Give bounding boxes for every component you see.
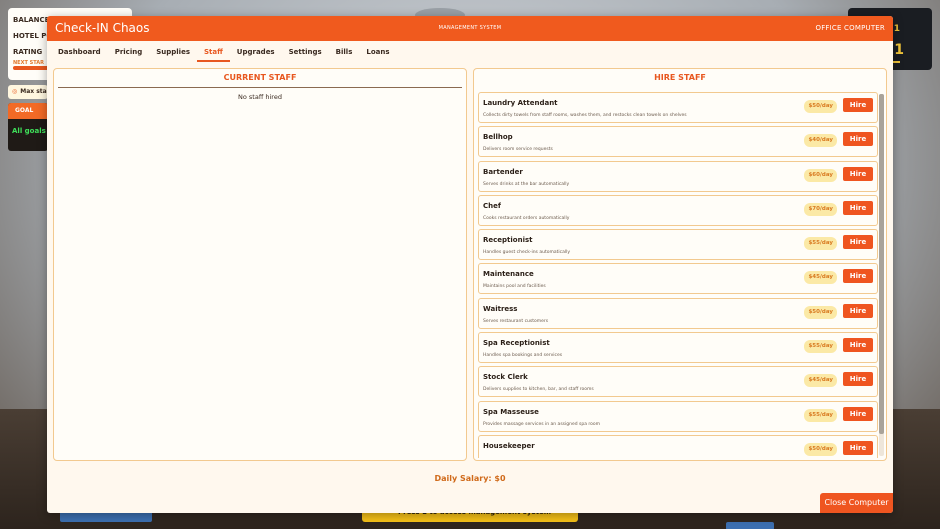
hire-staff-title: HIRE STAFF (654, 73, 706, 82)
staff-name: Waitress (483, 304, 518, 313)
day-number: 1 (893, 24, 900, 34)
staff-price: $40/day (804, 134, 837, 148)
staff-description: Serves drinks at the bar automatically (483, 181, 570, 187)
max-star-badge: ◎ Max sta (8, 85, 48, 99)
tab-upgrades[interactable]: Upgrades (230, 41, 282, 62)
divider (58, 87, 462, 88)
staff-card: Spa Masseuse Provides massage services in… (478, 400, 878, 432)
staff-price: $60/day (804, 168, 837, 182)
current-staff-panel: CURRENT STAFF No staff hired (53, 68, 467, 461)
staff-card: Bartender Serves drinks at the bar automa… (478, 160, 878, 192)
hire-button[interactable]: Hire (843, 98, 873, 112)
scrollbar[interactable] (879, 94, 884, 456)
staff-price: $45/day (804, 271, 837, 285)
hire-button[interactable]: Hire (843, 440, 873, 455)
staff-price: $45/day (804, 374, 837, 388)
scrollbar-thumb[interactable] (879, 94, 884, 434)
tab-loans[interactable]: Loans (359, 41, 396, 62)
staff-name: Maintenance (483, 270, 534, 279)
hire-button[interactable]: Hire (843, 235, 873, 250)
staff-price: $50/day (804, 100, 837, 113)
current-staff-title: CURRENT STAFF (223, 73, 297, 82)
staff-card: Housekeeper $50/day Hire (478, 434, 878, 458)
staff-description: Collects dirty towels from staff rooms, … (483, 113, 687, 118)
staff-card: Chef Cooks restaurant orders automaticall… (478, 194, 878, 226)
staff-description: Maintains pool and facilities (483, 284, 546, 290)
max-star-label: Max sta (20, 88, 47, 95)
staff-name: Stock Clerk (483, 373, 528, 382)
staff-card: Laundry Attendant Collects dirty towels f… (478, 92, 878, 123)
hire-button[interactable]: Hire (843, 132, 873, 147)
staff-card: Receptionist Handles guest check-ins auto… (478, 229, 878, 261)
hire-button[interactable]: Hire (843, 406, 873, 421)
staff-description: Handles spa bookings and services (483, 353, 563, 359)
hire-button[interactable]: Hire (843, 200, 873, 215)
staff-card: Stock Clerk Delivers supplies to kitchen,… (478, 366, 878, 398)
hire-button[interactable]: Hire (843, 269, 873, 284)
staff-name: Housekeeper (483, 441, 535, 450)
goal-header: GOAL (8, 103, 48, 119)
staff-price: $70/day (804, 202, 837, 216)
tab-bar: Dashboard Pricing Supplies Staff Upgrade… (47, 41, 893, 65)
staff-description: Provides massage services in an assigned… (483, 421, 601, 427)
staff-name: Spa Receptionist (483, 339, 550, 348)
hire-button[interactable]: Hire (843, 166, 873, 181)
computer-label: OFFICE COMPUTER (815, 24, 885, 32)
tab-pricing[interactable]: Pricing (108, 41, 150, 62)
staff-description: Cooks restaurant orders automatically (483, 215, 570, 221)
daily-salary: Daily Salary: $0 (434, 474, 506, 483)
tab-settings[interactable]: Settings (282, 41, 329, 62)
staff-price: $50/day (804, 305, 837, 319)
candidate-list[interactable]: Laundry Attendant Collects dirty towels f… (478, 92, 878, 458)
hud-bar-right (726, 522, 774, 529)
staff-description: Delivers supplies to kitchen, bar, and s… (483, 387, 594, 393)
staff-description: Serves restaurant customers (483, 318, 549, 324)
staff-description: Handles guest check-ins automatically (483, 250, 571, 256)
tab-supplies[interactable]: Supplies (149, 41, 197, 62)
staff-price: $55/day (804, 237, 837, 251)
hire-button[interactable]: Hire (843, 338, 873, 353)
title-bar: Check-IN Chaos MANAGEMENT SYSTEM OFFICE … (47, 16, 893, 41)
hire-button[interactable]: Hire (843, 303, 873, 318)
staff-price: $50/day (804, 442, 837, 456)
tab-staff[interactable]: Staff (197, 41, 230, 62)
staff-name: Chef (483, 201, 501, 210)
staff-description: Delivers room service requests (483, 147, 553, 153)
management-window: Check-IN Chaos MANAGEMENT SYSTEM OFFICE … (47, 16, 893, 513)
staff-card: Maintenance Maintains pool and facilities… (478, 263, 878, 295)
staff-name: Spa Masseuse (483, 407, 539, 416)
next-star-progress-bar (13, 66, 49, 70)
staff-card: Waitress Serves restaurant customers $50/d… (478, 297, 878, 329)
goal-panel: GOAL All goals c (8, 103, 48, 151)
staff-name: Laundry Attendant (483, 99, 558, 107)
close-computer-button[interactable]: Close Computer (820, 493, 893, 513)
hire-button[interactable]: Hire (843, 372, 873, 387)
staff-price: $55/day (804, 340, 837, 354)
star-icon: ◎ (12, 88, 18, 95)
staff-name: Receptionist (483, 236, 533, 245)
staff-name: Bellhop (483, 133, 513, 142)
tab-bills[interactable]: Bills (329, 41, 360, 62)
staff-price: $55/day (804, 408, 837, 422)
staff-name: Bartender (483, 167, 523, 176)
app-subtitle: MANAGEMENT SYSTEM (438, 25, 502, 31)
goal-text: All goals c (12, 127, 48, 135)
staff-card: Spa Receptionist Handles spa bookings and… (478, 332, 878, 364)
staff-card: Bellhop Delivers room service requests $40… (478, 126, 878, 158)
empty-staff-message: No staff hired (238, 93, 282, 101)
tab-dashboard[interactable]: Dashboard (51, 41, 108, 62)
hire-staff-panel: HIRE STAFF Laundry Attendant Collects dir… (473, 68, 887, 461)
